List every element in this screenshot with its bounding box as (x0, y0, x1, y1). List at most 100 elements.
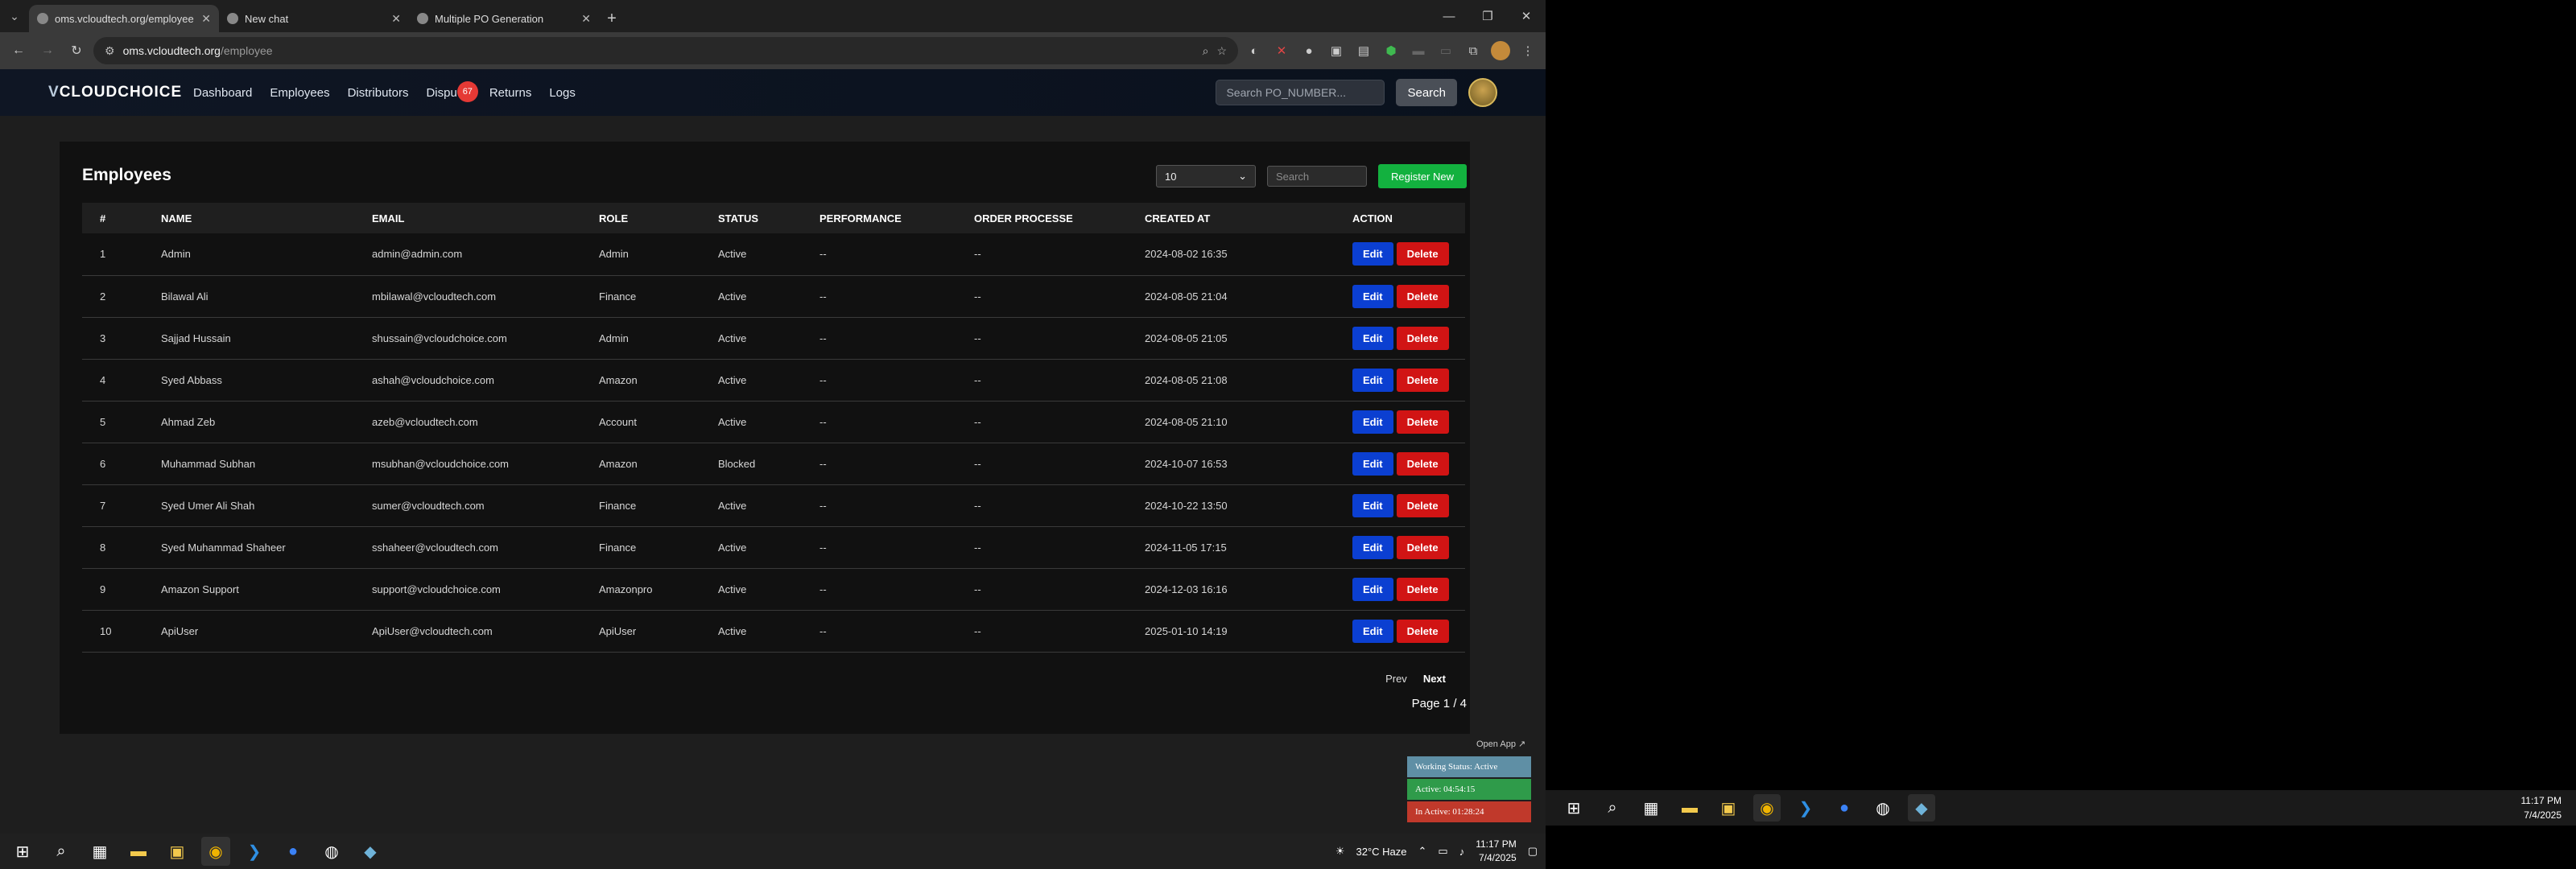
app-white-circle-icon[interactable]: ◍ (317, 837, 346, 866)
tab-multiple-po[interactable]: Multiple PO Generation ✕ (409, 5, 599, 32)
extension-po-icon[interactable]: ▣ (1325, 39, 1348, 62)
vscode-icon[interactable]: ❯ (1792, 794, 1819, 822)
extension-incognito-icon[interactable]: ◐ (1243, 39, 1265, 62)
delete-button[interactable]: Delete (1396, 410, 1449, 434)
tab-close-icon[interactable]: ✕ (391, 12, 401, 26)
user-avatar[interactable] (1468, 78, 1497, 107)
nav-returns[interactable]: Returns (489, 86, 532, 100)
extension-image-icon[interactable]: ▤ (1352, 39, 1375, 62)
profile-avatar[interactable] (1489, 39, 1512, 62)
new-tab-icon[interactable]: + (599, 5, 625, 32)
cell-role: Admin (599, 332, 629, 344)
volume-icon[interactable]: ♪ (1459, 846, 1465, 858)
back-icon[interactable]: ← (6, 39, 31, 63)
edit-button[interactable]: Edit (1352, 368, 1393, 392)
edit-button[interactable]: Edit (1352, 284, 1393, 308)
delete-button[interactable]: Delete (1396, 535, 1449, 559)
forward-icon[interactable]: → (35, 39, 60, 63)
start-icon[interactable]: ⊞ (1560, 794, 1587, 822)
bookmark-star-icon[interactable]: ☆ (1216, 44, 1227, 58)
delete-button[interactable]: Delete (1396, 451, 1449, 476)
edit-button[interactable]: Edit (1352, 619, 1393, 643)
tracker-app-icon[interactable]: ◆ (356, 837, 385, 866)
file-explorer-icon[interactable]: ▬ (1676, 794, 1703, 822)
delete-button[interactable]: Delete (1396, 284, 1449, 308)
prev-button[interactable]: Prev (1385, 673, 1407, 685)
po-search-input[interactable] (1216, 80, 1385, 105)
zoom-icon[interactable]: ⌕ (1203, 44, 1209, 58)
search-icon[interactable]: ⌕ (1599, 794, 1626, 822)
next-button[interactable]: Next (1423, 673, 1446, 685)
task-view-icon[interactable]: ▦ (1637, 794, 1665, 822)
vscode-icon[interactable]: ❯ (240, 837, 269, 866)
open-app-link[interactable]: Open App ↗ (1476, 739, 1525, 749)
network-icon[interactable]: ▭ (1438, 845, 1447, 858)
delete-button[interactable]: Delete (1396, 242, 1449, 266)
cell-perf: -- (819, 332, 827, 344)
weather-text[interactable]: 32°C Haze (1356, 846, 1407, 858)
po-search-button[interactable]: Search (1396, 79, 1457, 106)
notification-icon[interactable]: ▢ (1528, 845, 1538, 858)
extension-circle-icon[interactable]: ● (1298, 39, 1320, 62)
tab-employee[interactable]: oms.vcloudtech.org/employee ✕ (29, 5, 219, 32)
cell-role: Account (599, 415, 637, 428)
delete-button[interactable]: Delete (1396, 577, 1449, 601)
edit-button[interactable]: Edit (1352, 577, 1393, 601)
zoom-app-icon[interactable]: ● (279, 837, 308, 866)
weather-icon[interactable]: ☀ (1335, 845, 1345, 858)
delete-button[interactable]: Delete (1396, 326, 1449, 350)
close-window-icon[interactable]: ✕ (1507, 0, 1546, 32)
store-icon[interactable]: ▣ (163, 837, 192, 866)
task-view-icon[interactable]: ▦ (85, 837, 114, 866)
restore-icon[interactable]: ❐ (1468, 0, 1507, 32)
tracker-app-icon[interactable]: ◆ (1908, 794, 1935, 822)
app-white-circle-icon[interactable]: ◍ (1869, 794, 1897, 822)
delete-button[interactable]: Delete (1396, 493, 1449, 517)
zoom-app-icon[interactable]: ● (1831, 794, 1858, 822)
table-search-input[interactable] (1266, 166, 1367, 187)
start-icon[interactable]: ⊞ (8, 837, 37, 866)
address-bar[interactable]: ⚙ oms.vcloudtech.org /employee ⌕ ☆ (93, 37, 1238, 64)
chrome-icon[interactable]: ◉ (1753, 794, 1781, 822)
site-info-icon[interactable]: ⚙ (105, 44, 115, 58)
search-icon[interactable]: ⌕ (47, 837, 76, 866)
edit-button[interactable]: Edit (1352, 326, 1393, 350)
nav-distributors[interactable]: Distributors (348, 86, 409, 100)
delete-button[interactable]: Delete (1396, 368, 1449, 392)
edit-button[interactable]: Edit (1352, 493, 1393, 517)
delete-button[interactable]: Delete (1396, 619, 1449, 643)
secondary-clock[interactable]: 11:17 PM 7/4/2025 (2521, 793, 2562, 822)
edit-button[interactable]: Edit (1352, 451, 1393, 476)
store-icon[interactable]: ▣ (1715, 794, 1742, 822)
taskbar-clock[interactable]: 11:17 PM 7/4/2025 (1476, 838, 1516, 865)
browser-menu-icon[interactable]: ⋮ (1517, 39, 1539, 62)
extension-x-icon[interactable]: ✕ (1270, 39, 1293, 62)
nav-logs[interactable]: Logs (549, 86, 576, 100)
tab-search-icon[interactable]: ⌄ (0, 0, 29, 32)
tab-close-icon[interactable]: ✕ (581, 12, 591, 26)
extension-shield-icon[interactable]: ⬢ (1380, 39, 1402, 62)
tray-overflow-icon[interactable]: ⌃ (1418, 845, 1427, 858)
extension-grey-icon[interactable]: ▬ (1407, 39, 1430, 62)
edit-button[interactable]: Edit (1352, 410, 1393, 434)
file-explorer-icon[interactable]: ▬ (124, 837, 153, 866)
edit-button[interactable]: Edit (1352, 242, 1393, 266)
cell-perf: -- (819, 457, 827, 470)
extension-page-icon[interactable]: ▭ (1435, 39, 1457, 62)
register-new-button[interactable]: Register New (1377, 164, 1467, 188)
chrome-icon[interactable]: ◉ (201, 837, 230, 866)
window-controls: — ❐ ✕ (1430, 0, 1546, 32)
minimize-icon[interactable]: — (1430, 0, 1468, 32)
edit-button[interactable]: Edit (1352, 535, 1393, 559)
app-logo[interactable]: VCLOUDCHOICE (48, 84, 181, 101)
tab-new-chat[interactable]: New chat ✕ (219, 5, 409, 32)
nav-disputes[interactable]: Dispu 67 (426, 80, 478, 102)
extensions-puzzle-icon[interactable]: ⧉ (1462, 39, 1484, 62)
reload-icon[interactable]: ↻ (64, 39, 89, 63)
nav-dashboard[interactable]: Dashboard (193, 86, 252, 100)
per-page-select[interactable]: 10 ⌄ (1155, 165, 1256, 187)
nav-employees[interactable]: Employees (270, 86, 329, 100)
cell-action: Edit Delete (1335, 317, 1465, 359)
tab-close-icon[interactable]: ✕ (201, 12, 211, 26)
cell-action: Edit Delete (1335, 484, 1465, 526)
